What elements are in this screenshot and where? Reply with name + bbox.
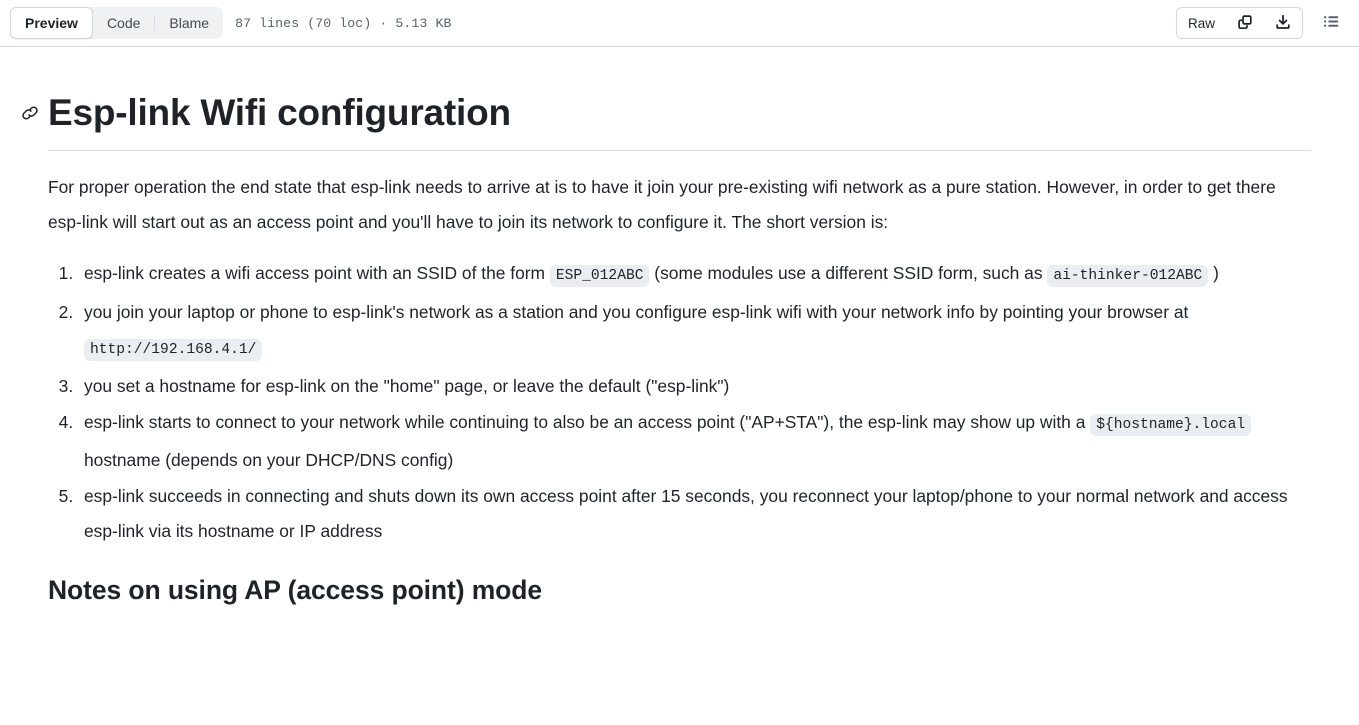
outline-list-icon xyxy=(1323,13,1340,33)
step-text-before: you join your laptop or phone to esp-lin… xyxy=(84,302,1189,323)
page-title-text: Esp-link Wifi configuration xyxy=(48,92,511,133)
step-text-before: esp-link starts to connect to your netwo… xyxy=(84,412,1091,433)
code-ssid-aithinker: ai-thinker-012ABC xyxy=(1047,265,1209,288)
step-text-before: you set a hostname for esp-link on the "… xyxy=(84,376,730,397)
list-item: esp-link starts to connect to your netwo… xyxy=(78,405,1311,478)
tab-blame[interactable]: Blame xyxy=(155,7,223,39)
list-item: you join your laptop or phone to esp-lin… xyxy=(78,295,1311,368)
step-text-before: esp-link creates a wifi access point wit… xyxy=(84,263,550,284)
code-setup-url: http://192.168.4.1/ xyxy=(84,339,263,362)
heading-anchor-link-icon[interactable] xyxy=(20,103,40,123)
file-header-toolbar: Preview Code Blame 87 lines (70 loc) · 5… xyxy=(0,0,1359,47)
section-heading-ap-mode: Notes on using AP (access point) mode xyxy=(48,575,542,606)
intro-paragraph: For proper operation the end state that … xyxy=(48,177,1276,233)
code-hostname-local: ${hostname}.local xyxy=(1090,414,1252,437)
copy-icon xyxy=(1237,14,1253,33)
outline-toggle-button[interactable] xyxy=(1315,7,1347,39)
tab-code[interactable]: Code xyxy=(93,7,154,39)
list-item: esp-link creates a wifi access point wit… xyxy=(78,256,1311,294)
page-title: Esp-link Wifi configuration xyxy=(22,47,1311,152)
copy-raw-button[interactable] xyxy=(1226,8,1264,38)
step-text-middle: hostname (depends on your DHCP/DNS confi… xyxy=(84,450,454,471)
header-left-group: Preview Code Blame 87 lines (70 loc) · 5… xyxy=(10,7,1176,39)
download-icon xyxy=(1275,14,1291,33)
list-item: you set a hostname for esp-link on the "… xyxy=(78,369,1311,404)
file-actions-group: Raw xyxy=(1175,7,1303,39)
raw-button[interactable]: Raw xyxy=(1176,8,1226,38)
step-text-before: esp-link succeeds in connecting and shut… xyxy=(84,486,1288,542)
list-item: esp-link succeeds in connecting and shut… xyxy=(78,479,1311,549)
step-text-middle: (some modules use a different SSID form,… xyxy=(649,263,1048,284)
markdown-body: Esp-link Wifi configuration For proper o… xyxy=(16,47,1343,606)
file-view-tabs: Preview Code Blame xyxy=(10,7,224,39)
code-ssid-esp: ESP_012ABC xyxy=(549,265,650,288)
tab-preview[interactable]: Preview xyxy=(10,7,93,39)
step-text-after: ) xyxy=(1208,263,1219,284)
file-meta-text: 87 lines (70 loc) · 5.13 KB xyxy=(235,15,452,31)
download-raw-button[interactable] xyxy=(1264,8,1302,38)
header-right-group: Raw xyxy=(1175,7,1347,39)
markdown-document: Esp-link Wifi configuration For proper o… xyxy=(0,47,1359,606)
steps-list: esp-link creates a wifi access point wit… xyxy=(48,256,1311,549)
